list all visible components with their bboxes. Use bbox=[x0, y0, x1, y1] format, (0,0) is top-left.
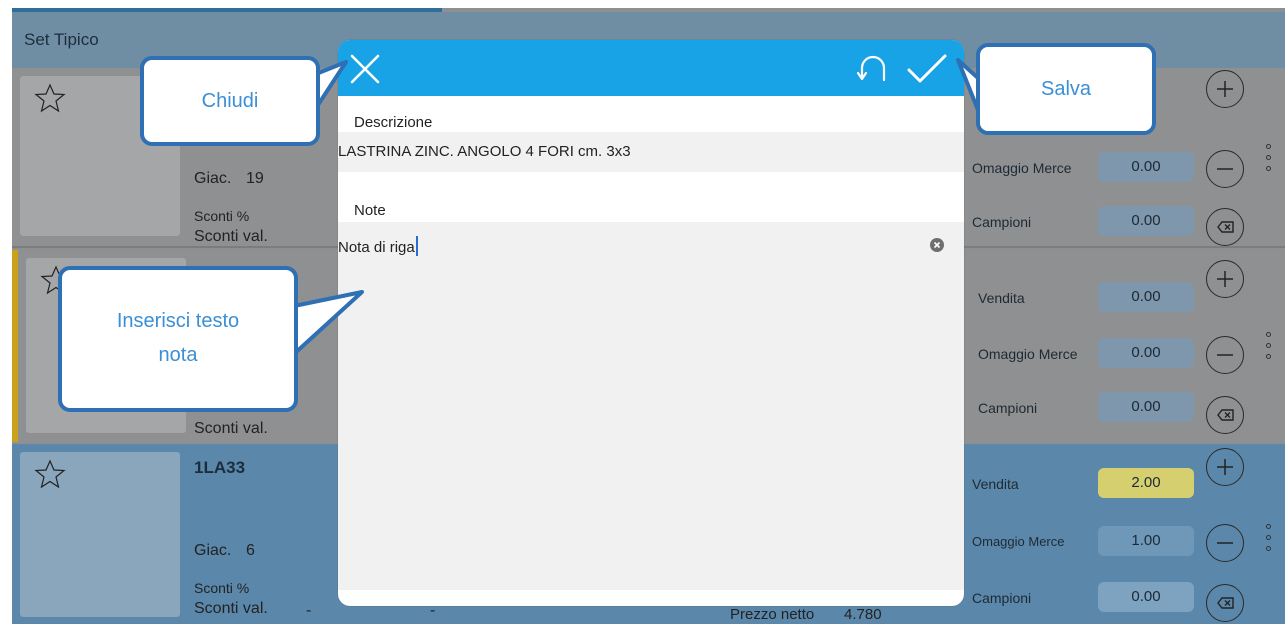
campioni-label: Campioni bbox=[978, 400, 1038, 416]
set-title: Set Tipico bbox=[24, 30, 99, 49]
omaggio-qty-field[interactable]: 1.00 bbox=[1098, 526, 1194, 556]
callout-save-text: Salva bbox=[1040, 78, 1092, 100]
campioni-label: Campioni bbox=[972, 590, 1032, 606]
increment-button[interactable] bbox=[1206, 448, 1244, 486]
plus-icon bbox=[1217, 459, 1233, 475]
vendita-qty-field[interactable]: 0.00 bbox=[1098, 282, 1194, 312]
decrement-button[interactable] bbox=[1206, 336, 1244, 374]
callout-save: Salva bbox=[976, 43, 1156, 135]
prezzo-netto-label: Prezzo netto bbox=[730, 606, 815, 623]
giac-value: 6 bbox=[246, 542, 255, 559]
note-value: Nota di riga bbox=[338, 239, 415, 256]
omaggio-label: Omaggio Merce bbox=[972, 534, 1065, 549]
star-icon[interactable] bbox=[34, 82, 66, 114]
campioni-qty-field[interactable]: 0.00 bbox=[1098, 392, 1194, 422]
backspace-icon bbox=[1217, 409, 1234, 421]
vendita-qty-field[interactable]: 2.00 bbox=[1098, 468, 1194, 498]
omaggio-label: Omaggio Merce bbox=[978, 346, 1078, 362]
callout-note: Inserisci testo nota bbox=[58, 266, 298, 412]
backspace-icon bbox=[1217, 597, 1234, 609]
sconti-val-label: Sconti val. bbox=[194, 420, 268, 437]
vendita-label: Vendita bbox=[978, 290, 1025, 306]
close-icon bbox=[350, 54, 380, 84]
callout-note-line2: nota bbox=[158, 344, 198, 366]
product-code: 1LA33 bbox=[194, 458, 246, 477]
decrement-button[interactable] bbox=[1206, 150, 1244, 188]
decrement-button[interactable] bbox=[1206, 524, 1244, 562]
campioni-label: Campioni bbox=[972, 214, 1032, 230]
vendita-label: Vendita bbox=[972, 476, 1019, 492]
close-button[interactable] bbox=[348, 52, 382, 86]
callout-note-line1: Inserisci testo bbox=[116, 310, 240, 332]
dialog-header bbox=[338, 40, 964, 96]
backspace-icon bbox=[1217, 221, 1234, 233]
callout-close-text: Chiudi bbox=[201, 90, 259, 112]
sconti-pct-label: Sconti % bbox=[194, 580, 250, 596]
sconti-val-label: Sconti val. bbox=[194, 600, 268, 617]
prezzo-netto-value: 4.780 bbox=[844, 606, 882, 623]
star-icon[interactable] bbox=[34, 458, 66, 490]
minus-icon bbox=[1217, 542, 1233, 544]
omaggio-qty-field[interactable]: 0.00 bbox=[1098, 338, 1194, 368]
note-textarea[interactable]: Nota di riga bbox=[338, 222, 964, 590]
sconti-pct-label: Sconti % bbox=[194, 208, 250, 224]
giac-label: Giac. bbox=[194, 170, 232, 187]
callout-close: Chiudi bbox=[140, 56, 320, 146]
omaggio-label: Omaggio Merce bbox=[972, 160, 1072, 176]
note-label: Note bbox=[354, 202, 386, 219]
sconti-val-dash: - bbox=[306, 602, 312, 619]
clear-qty-button[interactable] bbox=[1206, 208, 1244, 246]
undo-button[interactable] bbox=[856, 54, 890, 84]
giac-value: 19 bbox=[246, 170, 264, 187]
sconti-val-label: Sconti val. bbox=[194, 228, 268, 245]
undo-icon bbox=[856, 55, 886, 82]
clear-qty-button[interactable] bbox=[1206, 396, 1244, 434]
plus-icon bbox=[1217, 81, 1233, 97]
minus-icon bbox=[1217, 168, 1233, 170]
minus-icon bbox=[1217, 354, 1233, 356]
more-options-icon[interactable] bbox=[1266, 144, 1274, 177]
increment-button[interactable] bbox=[1206, 70, 1244, 108]
campioni-qty-field[interactable]: 0.00 bbox=[1098, 206, 1194, 236]
omaggio-qty-field[interactable]: 0.00 bbox=[1098, 152, 1194, 182]
giac-label: Giac. bbox=[194, 542, 232, 559]
save-button[interactable] bbox=[906, 52, 948, 86]
note-edit-dialog: Descrizione LASTRINA ZINC. ANGOLO 4 FORI… bbox=[338, 40, 964, 606]
more-options-icon[interactable] bbox=[1266, 524, 1274, 557]
clear-text-icon[interactable] bbox=[930, 238, 944, 252]
campioni-qty-field[interactable]: 0.00 bbox=[1098, 582, 1194, 612]
description-value: LASTRINA ZINC. ANGOLO 4 FORI cm. 3x3 bbox=[338, 143, 631, 160]
plus-icon bbox=[1217, 271, 1233, 287]
description-label: Descrizione bbox=[354, 114, 433, 131]
increment-button[interactable] bbox=[1206, 260, 1244, 298]
checkmark-icon bbox=[907, 54, 947, 83]
more-options-icon[interactable] bbox=[1266, 332, 1274, 365]
description-field[interactable]: LASTRINA ZINC. ANGOLO 4 FORI cm. 3x3 bbox=[338, 132, 964, 172]
clear-qty-button[interactable] bbox=[1206, 584, 1244, 622]
text-cursor bbox=[415, 236, 418, 256]
